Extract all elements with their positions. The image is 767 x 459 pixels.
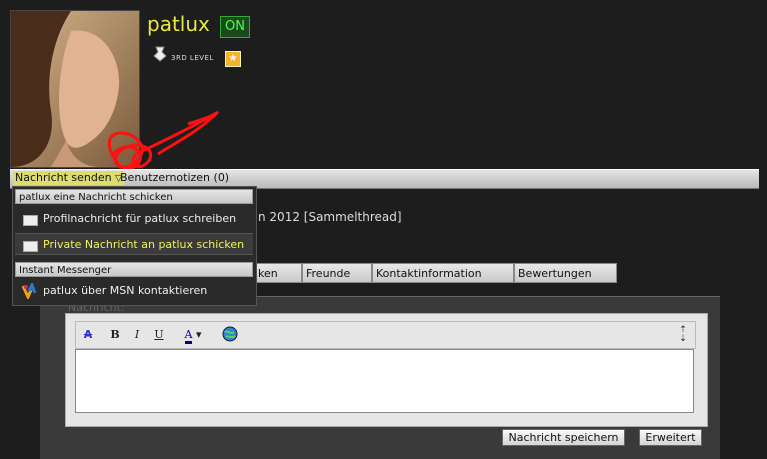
thread-title[interactable]: n 2012 [Sammelthread] [258, 210, 402, 224]
remove-format-icon[interactable]: A [79, 326, 97, 344]
level-icon [153, 46, 167, 62]
profile-message-label: Profilnachricht für patlux schreiben [43, 212, 237, 225]
editor-toolbar: A B I U A ▾ ⇡ ⇣ [75, 321, 696, 349]
save-message-button[interactable]: Nachricht speichern [502, 429, 625, 446]
star-icon: ★ [225, 51, 241, 67]
envelope-icon [23, 241, 38, 252]
username: patlux [147, 12, 210, 36]
tab-contact-info[interactable]: Kontaktinformation [372, 263, 514, 283]
msn-contact-item[interactable]: patlux über MSN kontaktieren [15, 280, 253, 302]
dropdown-header-send: patlux eine Nachricht schicken [15, 189, 253, 204]
profile-message-item[interactable]: Profilnachricht für patlux schreiben [15, 208, 253, 230]
underline-icon[interactable]: U [150, 326, 168, 344]
envelope-icon [23, 215, 38, 226]
level-label: 3RD LEVEL [171, 54, 214, 62]
user-notes-link[interactable]: Benutzernotizen (0) [120, 171, 229, 185]
message-textarea[interactable] [75, 349, 694, 413]
private-message-label: Private Nachricht an patlux schicken [43, 238, 245, 251]
send-message-dropdown: patlux eine Nachricht schicken Profilnac… [12, 186, 257, 306]
text-color-icon[interactable]: A ▾ [179, 326, 207, 344]
send-message-menu[interactable]: Nachricht senden ▽ [13, 171, 125, 185]
tab-ratings[interactable]: Bewertungen [514, 263, 617, 283]
online-status-badge: ON [220, 16, 250, 38]
tab-friends[interactable]: Freunde [302, 263, 372, 283]
msn-icon [21, 281, 37, 307]
globe-link-icon[interactable] [221, 326, 239, 344]
dropdown-header-im: Instant Messenger [15, 262, 253, 277]
italic-icon[interactable]: I [128, 326, 146, 344]
send-message-label: Nachricht senden [15, 171, 112, 184]
resize-toggle-icon[interactable]: ⇡ ⇣ [674, 326, 692, 344]
bold-icon[interactable]: B [106, 326, 124, 344]
msn-contact-label: patlux über MSN kontaktieren [43, 284, 208, 297]
private-message-item[interactable]: Private Nachricht an patlux schicken [15, 233, 253, 255]
tab-partial[interactable]: ken [254, 263, 302, 283]
advanced-button[interactable]: Erweitert [639, 429, 702, 446]
